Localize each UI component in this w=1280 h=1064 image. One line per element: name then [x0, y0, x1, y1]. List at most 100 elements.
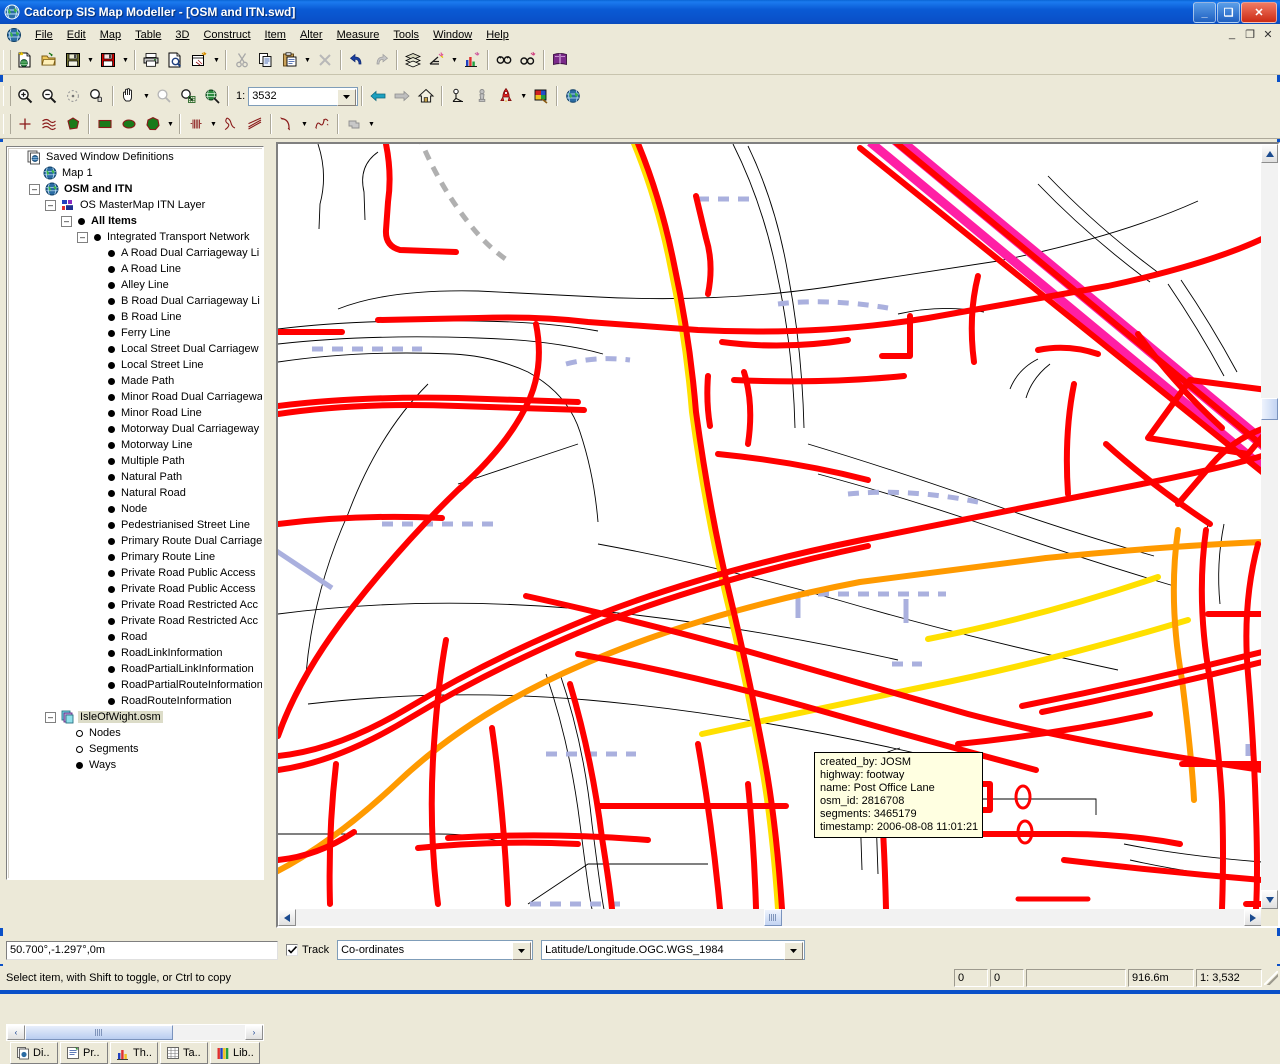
polyline-icon[interactable]	[37, 112, 61, 136]
mdi-close-button[interactable]: ✕	[1260, 26, 1276, 42]
tree-node[interactable]: Private Road Restricted Acc	[9, 597, 262, 613]
print-layout-dropdown-arrow[interactable]: ▼	[211, 48, 222, 72]
chart-overlay-icon[interactable]	[460, 48, 484, 72]
tree-node[interactable]: Private Road Public Access	[9, 581, 262, 597]
overlay-dropdown-arrow[interactable]: ▼	[449, 48, 460, 72]
scale-combobox[interactable]	[248, 86, 359, 106]
tree-node[interactable]: Ferry Line	[9, 325, 262, 341]
tree-node[interactable]: Pedestrianised Street Line	[9, 517, 262, 533]
menu-file[interactable]: File	[28, 26, 60, 44]
tree-node[interactable]: Node	[9, 501, 262, 517]
delete-icon[interactable]	[313, 48, 337, 72]
undo-icon[interactable]	[345, 48, 369, 72]
track-option[interactable]: Track	[286, 944, 329, 956]
hatch-icon[interactable]	[184, 112, 208, 136]
tree-expander-minus-icon[interactable]: –	[45, 199, 56, 211]
tree-node[interactable]: – OS MasterMap ITN Layer	[9, 197, 262, 213]
zoom-out-icon[interactable]	[37, 84, 61, 108]
polygon-icon[interactable]	[61, 112, 85, 136]
rocket-dropdown-arrow[interactable]: ▼	[518, 84, 529, 108]
tree-node[interactable]: Segments	[9, 741, 262, 757]
panel-tab-pr[interactable]: Pr..	[60, 1042, 108, 1064]
copy-icon[interactable]	[254, 48, 278, 72]
tree-expander-minus-icon[interactable]: –	[45, 711, 56, 723]
tree-node[interactable]: Natural Road	[9, 485, 262, 501]
tree-node[interactable]: RoadPartialRouteInformation	[9, 677, 262, 693]
tree-expander-minus-icon[interactable]: –	[61, 215, 72, 227]
arc-dropdown-arrow[interactable]: ▼	[299, 112, 310, 136]
rocket-icon[interactable]	[494, 84, 518, 108]
scale-dropdown-button[interactable]	[337, 88, 357, 106]
tree-node[interactable]: Local Street Dual Carriagew	[9, 341, 262, 357]
zoom-world-icon[interactable]	[200, 84, 224, 108]
menu-tools[interactable]: Tools	[386, 26, 426, 44]
overlay-add-icon[interactable]	[425, 48, 449, 72]
help-book-icon[interactable]	[548, 48, 572, 72]
tree-node[interactable]: B Road Line	[9, 309, 262, 325]
panel-tab-lib[interactable]: Lib..	[210, 1042, 260, 1064]
paste-icon[interactable]	[278, 48, 302, 72]
globe-icon[interactable]	[561, 84, 585, 108]
mdi-minimize-button[interactable]: _	[1224, 26, 1240, 42]
arc-icon[interactable]	[275, 112, 299, 136]
menu-edit[interactable]: Edit	[60, 26, 93, 44]
panel-tab-th[interactable]: Th..	[110, 1042, 158, 1064]
menu-map[interactable]: Map	[93, 26, 128, 44]
saved-window-definitions-tree[interactable]: Saved Window Definitions Map 1– OSM and IT…	[6, 146, 264, 880]
map-scroll-up-button[interactable]	[1261, 144, 1278, 163]
tree-node[interactable]: – IsleOfWight.osm	[9, 709, 262, 725]
map-horizontal-scrollbar[interactable]	[278, 909, 1262, 926]
open-folder-icon[interactable]	[37, 48, 61, 72]
save-dropdown-arrow[interactable]: ▼	[85, 48, 96, 72]
mdi-restore-button[interactable]: ❐	[1242, 26, 1258, 42]
save-all-icon[interactable]	[96, 48, 120, 72]
zoom-pan-icon[interactable]	[85, 84, 109, 108]
menu-3d[interactable]: 3D	[168, 26, 196, 44]
tree-node[interactable]: RoadPartialLinkInformation	[9, 661, 262, 677]
map-canvas[interactable]: created_by: JOSM highway: footway name: Po…	[278, 144, 1262, 909]
map-vertical-scrollbar[interactable]	[1261, 144, 1278, 909]
find-next-icon[interactable]	[516, 48, 540, 72]
toolbar-grip[interactable]	[3, 86, 11, 106]
pan-hand-icon[interactable]	[117, 84, 141, 108]
back-arrow-icon[interactable]	[366, 84, 390, 108]
tree-node[interactable]: Map 1	[9, 165, 262, 181]
close-button[interactable]: ✕	[1241, 2, 1277, 23]
tree-node[interactable]: RoadRouteInformation	[9, 693, 262, 709]
tree-node[interactable]: Nodes	[9, 725, 262, 741]
tree-node[interactable]: – OSM and ITN	[9, 181, 262, 197]
tree-scroll-track[interactable]	[25, 1025, 245, 1040]
tree-node[interactable]: Motorway Dual Carriageway	[9, 421, 262, 437]
rectangle-icon[interactable]	[93, 112, 117, 136]
tree-node[interactable]: B Road Dual Carriageway Li	[9, 293, 262, 309]
parallel-lines-icon[interactable]	[243, 112, 267, 136]
print-layout-icon[interactable]	[187, 48, 211, 72]
tree-node[interactable]: Private Road Restricted Acc	[9, 613, 262, 629]
zoom-in-icon[interactable]	[13, 84, 37, 108]
filled-polygon-icon[interactable]	[141, 112, 165, 136]
overlays-icon[interactable]	[401, 48, 425, 72]
panel-tab-ta[interactable]: Ta..	[160, 1042, 208, 1064]
toolbar-grip[interactable]	[3, 50, 11, 70]
menu-alter[interactable]: Alter	[293, 26, 330, 44]
home-icon[interactable]	[414, 84, 438, 108]
map-vscroll-thumb[interactable]	[1261, 398, 1278, 420]
maximize-button[interactable]: ❑	[1217, 2, 1240, 23]
menu-construct[interactable]: Construct	[196, 26, 257, 44]
tree-node[interactable]: Natural Path	[9, 469, 262, 485]
tree-expander-minus-icon[interactable]: –	[77, 231, 88, 243]
view-from-icon[interactable]	[446, 84, 470, 108]
tree-scroll-left-button[interactable]: ‹	[7, 1025, 25, 1040]
map-scroll-down-button[interactable]	[1261, 890, 1278, 909]
panel-tab-di[interactable]: Di..	[10, 1042, 58, 1064]
tree-expander-minus-icon[interactable]: –	[29, 183, 40, 195]
menu-table[interactable]: Table	[128, 26, 168, 44]
redo-icon[interactable]	[369, 48, 393, 72]
tree-node[interactable]: Multiple Path	[9, 453, 262, 469]
tree-node[interactable]: Private Road Public Access	[9, 565, 262, 581]
scale-input[interactable]	[249, 88, 342, 104]
tree-node[interactable]: A Road Dual Carriageway Li	[9, 245, 262, 261]
shape-dropdown-arrow[interactable]: ▼	[165, 112, 176, 136]
tree-node[interactable]: – Integrated Transport Network	[9, 229, 262, 245]
track-checkbox[interactable]	[286, 944, 298, 956]
